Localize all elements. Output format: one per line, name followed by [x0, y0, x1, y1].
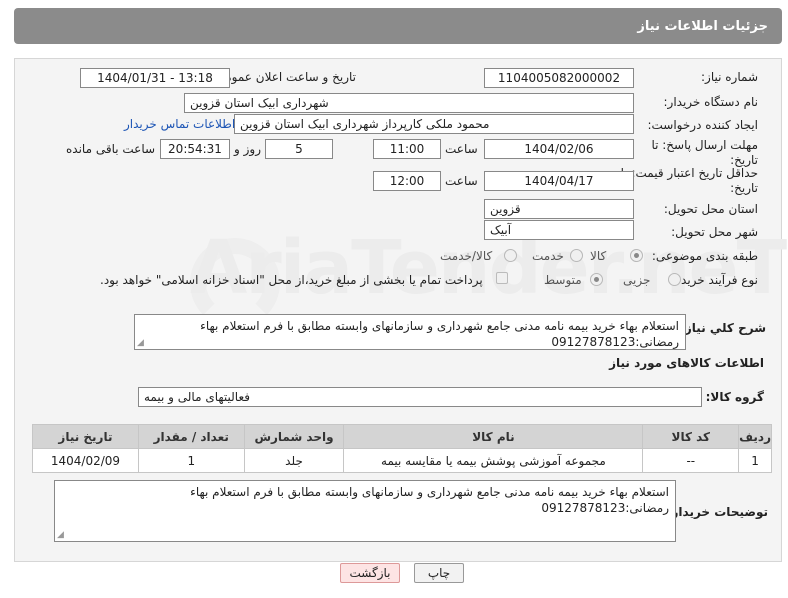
buyer-org-field: شهرداری ابیک استان قزوین — [184, 93, 634, 113]
province-label: استان محل تحویل: — [663, 202, 758, 216]
resize-grip-icon: ◢ — [57, 530, 64, 540]
buyer-contact-link[interactable]: اطلاعات تماس خریدار — [124, 117, 235, 131]
col-goods-code: کد کالا — [642, 424, 740, 449]
back-button[interactable]: بازگشت — [340, 563, 400, 583]
category-radio-goods-service[interactable] — [504, 249, 517, 262]
buyer-notes-label: توضیحات خریدار: — [666, 505, 768, 519]
cell-row: 1 — [738, 448, 772, 473]
city-field: آبیک — [484, 220, 634, 240]
category-service-label: خدمت — [532, 249, 564, 263]
buyer-notes-textarea[interactable]: استعلام بهاء خرید بیمه نامه مدنی جامع شه… — [54, 480, 676, 542]
col-quantity: تعداد / مقدار — [137, 424, 245, 449]
cell-quantity: 1 — [137, 448, 245, 473]
need-number-field: 1104005082000002 — [484, 68, 634, 88]
payment-note: پرداخت تمام یا بخشی از مبلغ خرید،از محل … — [100, 273, 483, 287]
deadline-time-label: ساعت — [445, 142, 478, 156]
category-goods-label: کالا — [590, 249, 607, 263]
need-number-label: شماره نیاز: — [701, 70, 758, 84]
announce-label: تاریخ و ساعت اعلان عمومی: — [211, 70, 356, 84]
days-label: روز و — [234, 142, 261, 156]
treasury-checkbox[interactable] — [496, 272, 508, 284]
cell-goods-code: -- — [642, 448, 740, 473]
cell-unit: جلد — [243, 448, 345, 473]
province-field: قزوین — [484, 199, 634, 219]
description-textarea[interactable]: استعلام بهاء خرید بیمه نامه مدنی جامع شه… — [134, 314, 686, 350]
process-radio-medium[interactable] — [590, 273, 603, 286]
description-text: استعلام بهاء خرید بیمه نامه مدنی جامع شه… — [200, 319, 679, 349]
resize-grip-icon: ◢ — [137, 338, 144, 348]
goods-table: ردیف کد کالا نام کالا واحد شمارش تعداد /… — [32, 424, 772, 473]
category-radio-goods[interactable] — [630, 249, 643, 262]
buyer-notes-text: استعلام بهاء خرید بیمه نامه مدنی جامع شه… — [190, 485, 669, 515]
process-minor-label: جزیی — [623, 273, 651, 287]
deadline-date-field: 1404/02/06 — [484, 139, 634, 159]
remaining-time-field: 20:54:31 — [160, 139, 230, 159]
deadline-label: مهلت ارسال پاسخ: تا تاریخ: — [651, 138, 758, 167]
deadline-time-field: 11:00 — [373, 139, 441, 159]
process-label: نوع فرآیند خرید : — [673, 273, 758, 287]
cell-need-date: 1404/02/09 — [32, 448, 139, 473]
category-label: طبقه بندی موضوعی: — [651, 249, 758, 263]
cell-goods-name: مجموعه آموزشی پوشش بیمه یا مقایسه بیمه — [343, 448, 644, 473]
table-row: 1 -- مجموعه آموزشی پوشش بیمه یا مقایسه ب… — [32, 448, 772, 473]
validity-date-field: 1404/04/17 — [484, 171, 634, 191]
creator-field: محمود ملکی کارپرداز شهرداری ابیک استان ق… — [234, 114, 634, 134]
announce-field: 1404/01/31 - 13:18 — [80, 68, 230, 88]
validity-time-label: ساعت — [445, 174, 478, 188]
col-goods-name: نام کالا — [343, 424, 644, 449]
process-medium-label: متوسط — [544, 273, 582, 287]
col-unit: واحد شمارش — [243, 424, 345, 449]
col-need-date: تاریخ نیاز — [32, 424, 139, 449]
goods-table-header: ردیف کد کالا نام کالا واحد شمارش تعداد /… — [32, 424, 772, 449]
process-radio-minor[interactable] — [668, 273, 681, 286]
goods-group-label: گروه کالا: — [705, 390, 764, 404]
page-title: جزئیات اطلاعات نیاز — [637, 18, 768, 34]
days-field: 5 — [265, 139, 333, 159]
category-goods-service-label: کالا/خدمت — [440, 249, 493, 263]
goods-info-title: اطلاعات کالاهای مورد نیاز — [609, 356, 764, 370]
creator-label: ایجاد کننده درخواست: — [647, 118, 758, 132]
goods-group-field: فعالیتهای مالی و بیمه — [138, 387, 702, 407]
buyer-org-label: نام دستگاه خریدار: — [663, 95, 759, 109]
description-label: شرح کلي نياز: — [680, 321, 766, 335]
validity-label: حداقل تاریخ اعتبار قیمت: تا تاریخ: — [620, 166, 758, 195]
page-header: جزئیات اطلاعات نیاز — [14, 8, 782, 44]
print-button[interactable]: چاپ — [414, 563, 464, 583]
category-radio-service[interactable] — [570, 249, 583, 262]
col-row: ردیف — [738, 424, 772, 449]
validity-time-field: 12:00 — [373, 171, 441, 191]
remaining-time-label: ساعت باقی مانده — [66, 142, 156, 156]
city-label: شهر محل تحویل: — [671, 225, 758, 239]
